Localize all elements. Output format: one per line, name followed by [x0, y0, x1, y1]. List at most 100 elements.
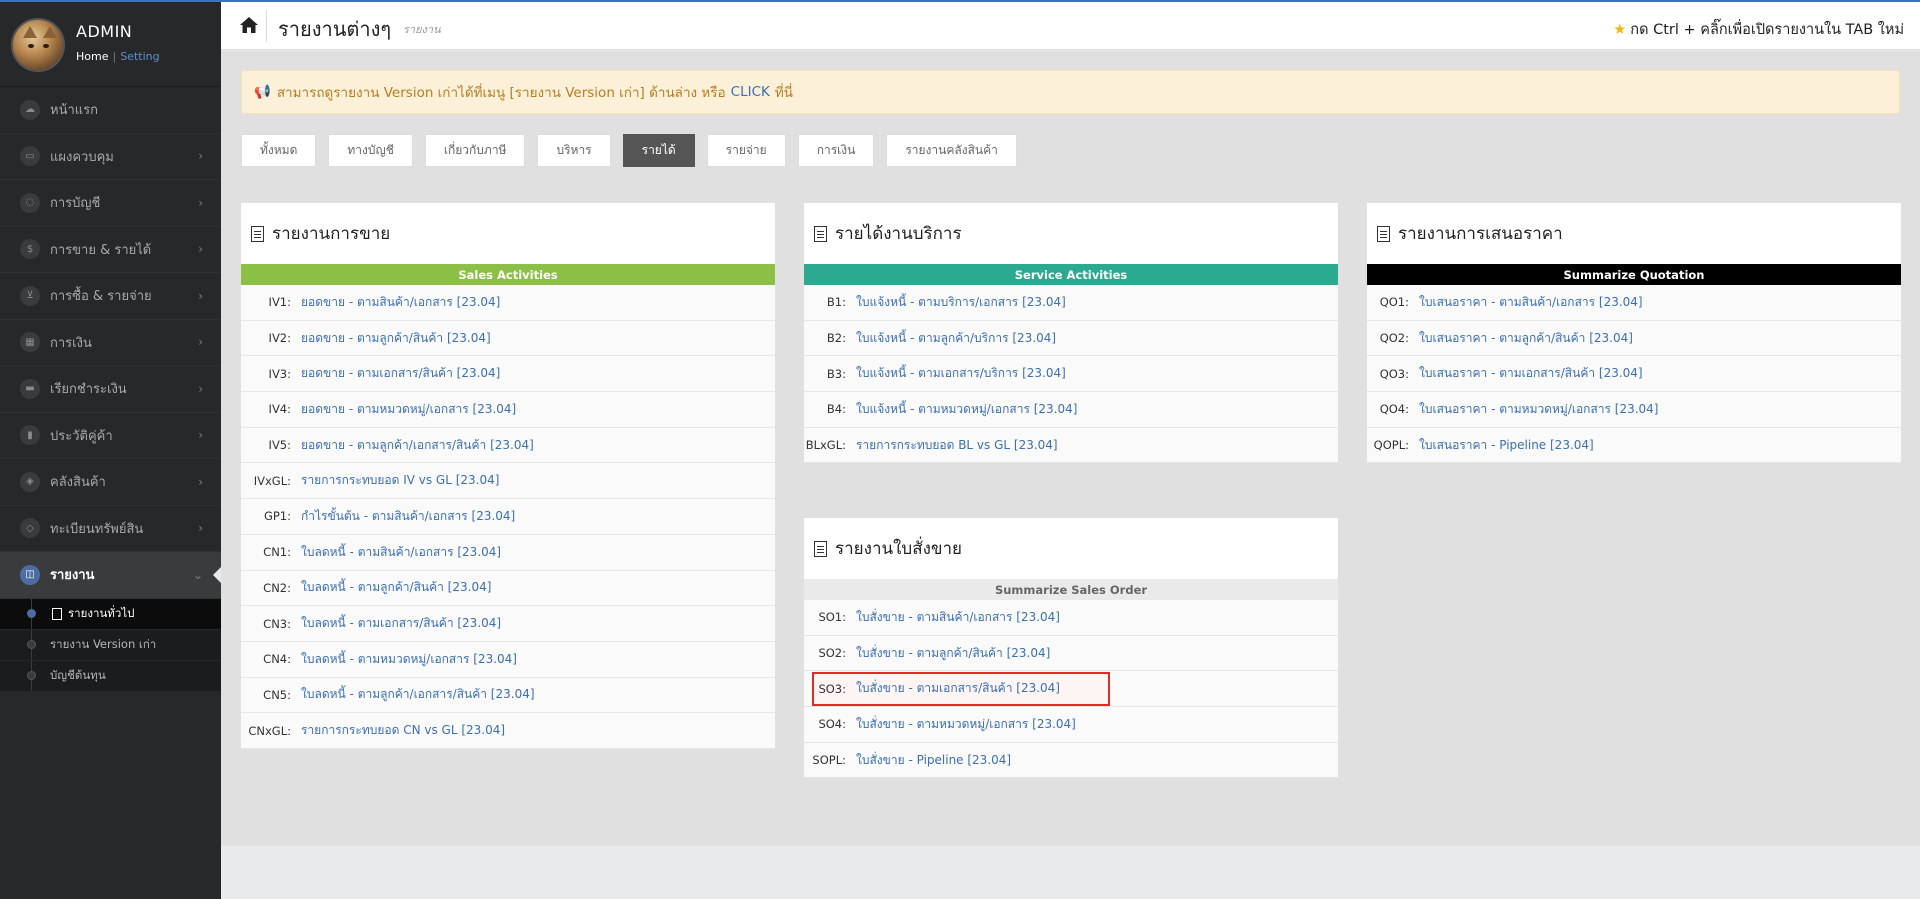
report-code: IV4: [268, 402, 291, 417]
diamond-icon: ◇ [20, 518, 40, 539]
avatar[interactable] [11, 18, 65, 72]
report-code: B3: [826, 366, 846, 381]
sidebar-item[interactable]: ◇ ทะเบียนทรัพย์สิน › [0, 506, 221, 552]
sidebar-item-label: การซื้อ & รายจ่าย [50, 289, 152, 305]
report-code: IVxGL: [253, 473, 291, 488]
sidebar-item[interactable]: ☁ หน้าแรก [0, 87, 221, 134]
report-link[interactable]: ใบลดหนี้ - ตามหมวดหมู่/เอกสาร [23.04] [301, 650, 517, 669]
report-link[interactable]: ใบแจ้งหนี้ - ตามลูกค้า/บริการ [23.04] [856, 329, 1056, 348]
tree-dot-icon [27, 671, 36, 680]
service-report-card: รายได้งานบริการ Service Activities B1: ใบ… [804, 203, 1338, 464]
report-row: B3: ใบแจ้งหนี้ - ตามเอกสาร/บริการ [23.04] [804, 356, 1338, 393]
chevron-right-icon: › [198, 242, 203, 257]
report-row: B4: ใบแจ้งหนี้ - ตามหมวดหมู่/เอกสาร [23.0… [804, 392, 1338, 428]
report-row: CN3: ใบลดหนี้ - ตามเอกสาร/สินค้า [23.04] [241, 606, 775, 642]
sidebar-item[interactable]: ◌ การบัญชี › [0, 180, 221, 227]
old-version-notice: 📢 สามารถดูรายงาน Version เก่าได้ที่เมนู … [241, 70, 1900, 114]
notice-click-link[interactable]: CLICK [731, 84, 770, 100]
report-code: GP1: [263, 509, 291, 524]
home-icon[interactable] [239, 16, 259, 34]
report-link[interactable]: ใบสั่งขาย - ตามลูกค้า/สินค้า [23.04] [856, 644, 1050, 663]
report-link[interactable]: ใบลดหนี้ - ตามเอกสาร/สินค้า [23.04] [301, 614, 501, 633]
report-row: QO4: ใบเสนอราคา - ตามหมวดหมู่/เอกสาร [23.… [1367, 392, 1901, 428]
filter-tab[interactable]: ทางบัญชี [328, 134, 413, 167]
report-code: B1: [826, 295, 846, 310]
report-link[interactable]: ใบสั่งขาย - ตามหมวดหมู่/เอกสาร [23.04] [856, 715, 1076, 734]
report-link[interactable]: ใบลดหนี้ - ตามลูกค้า/เอกสาร/สินค้า [23.0… [301, 685, 535, 704]
submenu-item[interactable]: รายงานทั่วไป [0, 598, 221, 630]
report-row: BLxGL: รายการกระทบยอด BL vs GL [23.04] [804, 427, 1338, 464]
report-link[interactable]: ใบเสนอราคา - ตามลูกค้า/สินค้า [23.04] [1419, 329, 1633, 348]
profile-links: Home | Setting [76, 50, 160, 63]
report-code: QO1: [1379, 295, 1409, 310]
sidebar-item-label: ประวัติคู่ค้า [50, 428, 113, 444]
filter-tab[interactable]: การเงิน [797, 134, 875, 167]
report-link[interactable]: ยอดขาย - ตามเอกสาร/สินค้า [23.04] [301, 364, 500, 383]
card-title: รายงานใบสั่งขาย [804, 518, 1338, 579]
report-link[interactable]: ใบลดหนี้ - ตามลูกค้า/สินค้า [23.04] [301, 578, 491, 597]
report-code: QOPL: [1373, 438, 1409, 453]
sidebar-item-label: รายงาน [50, 568, 95, 584]
report-code: CN1: [263, 545, 291, 560]
report-code: SOPL: [812, 753, 846, 768]
filter-tab[interactable]: เกี่ยวกับภาษี [424, 134, 526, 167]
sidebar-item[interactable]: ⊻ การซื้อ & รายจ่าย › [0, 273, 221, 320]
report-link[interactable]: รายการกระทบยอด CN vs GL [23.04] [301, 721, 505, 740]
report-link[interactable]: ใบแจ้งหนี้ - ตามบริการ/เอกสาร [23.04] [856, 293, 1066, 312]
sidebar-item[interactable]: ▦ การเงิน › [0, 320, 221, 366]
report-row: IVxGL: รายการกระทบยอด IV vs GL [23.04] [241, 463, 775, 500]
report-link[interactable]: ใบเสนอราคา - ตามเอกสาร/สินค้า [23.04] [1419, 364, 1643, 383]
report-link[interactable]: ใบสั่งขาย - ตามสินค้า/เอกสาร [23.04] [856, 608, 1060, 627]
report-link[interactable]: ใบเสนอราคา - ตามสินค้า/เอกสาร [23.04] [1419, 293, 1643, 312]
setting-link[interactable]: Setting [120, 50, 159, 63]
sidebar-item-label: เรียกชำระเงิน [50, 382, 127, 398]
report-link[interactable]: ใบลดหนี้ - ตามสินค้า/เอกสาร [23.04] [301, 543, 501, 562]
report-link[interactable]: ใบแจ้งหนี้ - ตามเอกสาร/บริการ [23.04] [856, 364, 1066, 383]
submenu-item[interactable]: บัญชีต้นทุน [0, 660, 221, 692]
sidebar-item[interactable]: ▭ แผงควบคุม › [0, 134, 221, 180]
page-subtitle: รายงาน [403, 23, 441, 36]
filter-tab[interactable]: ทั้งหมด [241, 134, 317, 167]
report-link[interactable]: ยอดขาย - ตามหมวดหมู่/เอกสาร [23.04] [301, 400, 516, 419]
report-link[interactable]: ใบเสนอราคา - Pipeline [23.04] [1419, 436, 1594, 455]
report-row: CN4: ใบลดหนี้ - ตามหมวดหมู่/เอกสาร [23.04… [241, 641, 775, 678]
report-row: SO1: ใบสั่งขาย - ตามสินค้า/เอกสาร [23.04] [804, 600, 1338, 636]
report-link[interactable]: รายการกระทบยอด IV vs GL [23.04] [301, 471, 499, 490]
dollar-icon: $ [20, 239, 40, 260]
filter-tab[interactable]: รายจ่าย [706, 134, 786, 167]
report-link[interactable]: ใบเสนอราคา - ตามหมวดหมู่/เอกสาร [23.04] [1419, 400, 1659, 419]
home-link[interactable]: Home [76, 50, 108, 63]
chevron-right-icon: › [198, 428, 203, 443]
report-row: GP1: กำไรขั้นต้น - ตามสินค้า/เอกสาร [23.0… [241, 499, 775, 535]
chevron-right-icon: › [198, 149, 203, 164]
card-title-text: รายงานใบสั่งขาย [835, 539, 963, 559]
sidebar-item[interactable]: ◈ คลังสินค้า › [0, 459, 221, 506]
report-list: QO1: ใบเสนอราคา - ตามสินค้า/เอกสาร [23.04… [1367, 285, 1901, 464]
chevron-right-icon: › [198, 335, 203, 350]
report-link[interactable]: ยอดขาย - ตามลูกค้า/เอกสาร/สินค้า [23.04] [301, 436, 534, 455]
report-link[interactable]: ใบแจ้งหนี้ - ตามหมวดหมู่/เอกสาร [23.04] [856, 400, 1077, 419]
card-title-text: รายงานการเสนอราคา [1398, 224, 1563, 244]
report-code: QO2: [1379, 331, 1409, 346]
filter-tab[interactable]: รายได้ [622, 134, 695, 167]
report-link[interactable]: ยอดขาย - ตามสินค้า/เอกสาร [23.04] [301, 293, 500, 312]
report-row: CN1: ใบลดหนี้ - ตามสินค้า/เอกสาร [23.04] [241, 534, 775, 571]
sidebar-item[interactable]: ▮ ประวัติคู่ค้า › [0, 413, 221, 459]
report-link[interactable]: ใบสั่งขาย - Pipeline [23.04] [856, 751, 1011, 770]
report-row: SO2: ใบสั่งขาย - ตามลูกค้า/สินค้า [23.04] [804, 635, 1338, 672]
report-row: QO1: ใบเสนอราคา - ตามสินค้า/เอกสาร [23.04… [1367, 285, 1901, 321]
report-code: QO4: [1379, 402, 1409, 417]
report-link[interactable]: ยอดขาย - ตามลูกค้า/สินค้า [23.04] [301, 329, 491, 348]
profile-link-separator: | [112, 50, 117, 63]
report-link[interactable]: กำไรขั้นต้น - ตามสินค้า/เอกสาร [23.04] [301, 507, 515, 526]
sidebar-item[interactable]: $ การขาย & รายได้ › [0, 227, 221, 273]
sidebar-item[interactable]: ◫ รายงาน ⌄ [0, 552, 221, 599]
report-list: SO1: ใบสั่งขาย - ตามสินค้า/เอกสาร [23.04]… [804, 600, 1338, 779]
report-link[interactable]: รายการกระทบยอด BL vs GL [23.04] [856, 436, 1058, 455]
submenu-item[interactable]: รายงาน Version เก่า [0, 629, 221, 661]
report-link[interactable]: ใบสั่งขาย - ตามเอกสาร/สินค้า [23.04] [856, 679, 1060, 698]
sidebar-item[interactable]: ▬ เรียกชำระเงิน › [0, 366, 221, 413]
filter-tab[interactable]: บริหาร [537, 134, 611, 167]
profile-name: ADMIN [76, 22, 133, 41]
filter-tab[interactable]: รายงานคลังสินค้า [886, 134, 1017, 167]
